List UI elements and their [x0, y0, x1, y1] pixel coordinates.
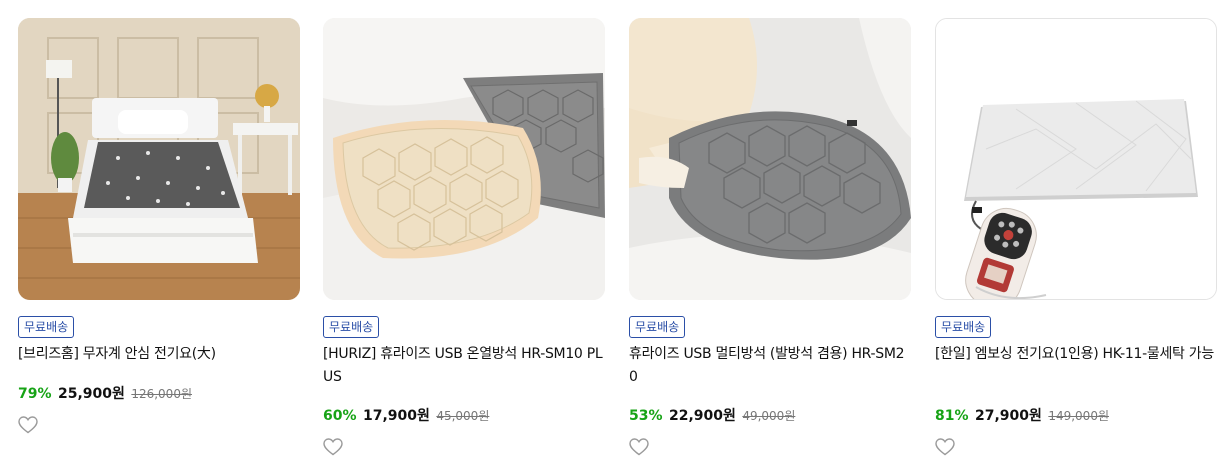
multi-cushion-illustration: [629, 18, 911, 300]
price-row: 79% 25,900원 126,000원: [18, 385, 192, 403]
sale-price: 22,900원: [668, 408, 736, 424]
product-card: 무료배송 [브리즈홈] 무자계 안심 전기요(大) 79% 25,900원 12…: [18, 18, 300, 468]
price-row: 53% 22,900원 49,000원: [629, 407, 795, 425]
price-row: 60% 17,900원 45,000원: [323, 407, 489, 425]
price-row: 81% 27,900원 149,000원: [935, 407, 1109, 425]
original-price: 45,000원: [436, 409, 490, 423]
heart-outline-icon[interactable]: [629, 438, 649, 456]
product-title[interactable]: [한일] 엠보싱 전기요(1인용) HK-11-물세탁 가능: [935, 343, 1217, 366]
heart-outline-icon[interactable]: [935, 438, 955, 456]
product-image-seat-cushion[interactable]: [323, 18, 605, 300]
original-price: 49,000원: [742, 409, 796, 423]
sale-price: 27,900원: [974, 408, 1042, 424]
sale-price: 17,900원: [362, 408, 430, 424]
discount-rate: 79%: [18, 386, 52, 402]
heart-outline-icon[interactable]: [18, 416, 38, 434]
product-grid: 무료배송 [브리즈홈] 무자계 안심 전기요(大) 79% 25,900원 12…: [0, 0, 1232, 468]
electric-mat-illustration: [936, 19, 1216, 299]
product-title[interactable]: [브리즈홈] 무자계 안심 전기요(大): [18, 343, 300, 366]
product-image-multi-cushion[interactable]: [629, 18, 911, 300]
original-price: 126,000원: [131, 387, 192, 401]
bed-mat-illustration: [18, 18, 300, 300]
free-shipping-badge: 무료배송: [629, 316, 686, 338]
discount-rate: 53%: [629, 408, 663, 424]
product-card: 무료배송 [HURIZ] 휴라이즈 USB 온열방석 HR-SM10 PLUS …: [323, 18, 605, 468]
free-shipping-badge: 무료배송: [18, 316, 75, 338]
product-title[interactable]: 휴라이즈 USB 멀티방석 (발방석 겸용) HR-SM20: [629, 343, 911, 389]
free-shipping-badge: 무료배송: [935, 316, 992, 338]
product-image-bed-mat[interactable]: [18, 18, 300, 300]
free-shipping-badge: 무료배송: [323, 316, 380, 338]
product-card: 무료배송 휴라이즈 USB 멀티방석 (발방석 겸용) HR-SM20 53% …: [629, 18, 911, 468]
product-title[interactable]: [HURIZ] 휴라이즈 USB 온열방석 HR-SM10 PLUS: [323, 343, 605, 389]
discount-rate: 60%: [323, 408, 357, 424]
sale-price: 25,900원: [57, 386, 125, 402]
discount-rate: 81%: [935, 408, 969, 424]
product-image-electric-mat[interactable]: [935, 18, 1217, 300]
product-card: 무료배송 [한일] 엠보싱 전기요(1인용) HK-11-물세탁 가능 81% …: [935, 18, 1217, 468]
seat-cushion-illustration: [323, 18, 605, 300]
heart-outline-icon[interactable]: [323, 438, 343, 456]
original-price: 149,000원: [1048, 409, 1109, 423]
